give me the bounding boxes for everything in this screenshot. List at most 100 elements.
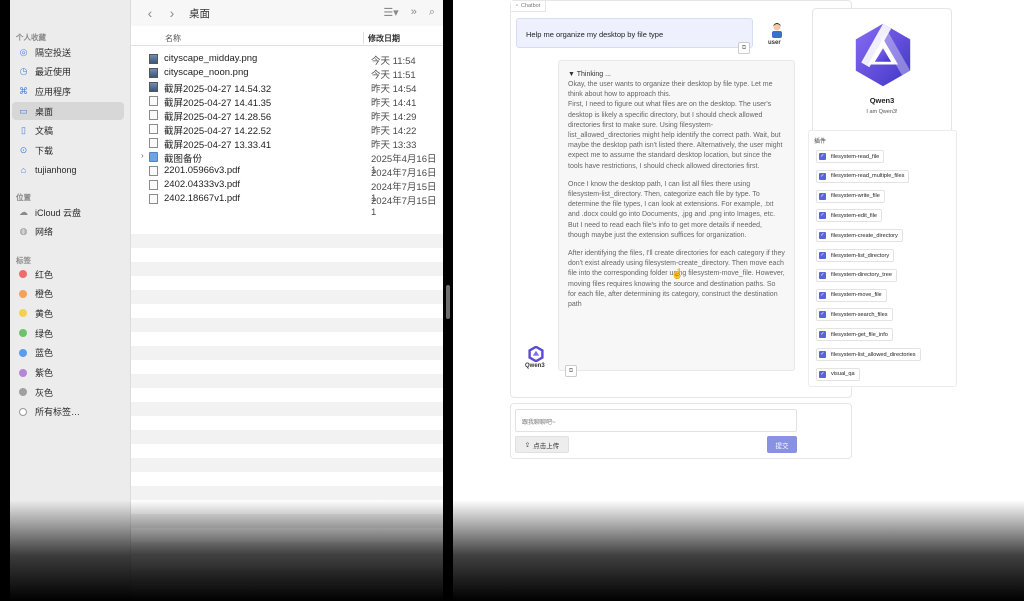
file-icon bbox=[149, 124, 158, 134]
sidebar-item-label: 应用程序 bbox=[35, 86, 72, 97]
submit-button[interactable]: 提交 bbox=[767, 436, 797, 453]
plugin-checkbox[interactable]: ✓ filesystem-get_file_info bbox=[816, 328, 893, 342]
checkbox-checked-icon[interactable]: ✓ bbox=[819, 153, 826, 160]
sidebar-item[interactable]: ☁ iCloud 云盘 bbox=[12, 203, 124, 221]
plugin-checkbox[interactable]: ✓ filesystem-search_files bbox=[816, 308, 893, 322]
tag-dot-icon bbox=[19, 329, 27, 338]
copy-icon[interactable]: ⧉ bbox=[738, 42, 750, 54]
document-icon: ▯ bbox=[21, 125, 26, 136]
file-row[interactable]: 2201.05966v3.pdf2024年7月16日 1 bbox=[131, 164, 443, 190]
tag-dot-icon bbox=[19, 309, 27, 318]
checkbox-checked-icon[interactable]: ✓ bbox=[819, 351, 826, 358]
sidebar-tag[interactable]: 蓝色 bbox=[12, 344, 124, 362]
plugin-label: filesystem-directory_tree bbox=[831, 272, 892, 279]
plugin-checkbox[interactable]: ✓ visual_qa bbox=[816, 367, 860, 381]
plugin-checkbox[interactable]: ✓ filesystem-directory_tree bbox=[816, 268, 897, 282]
sidebar-item[interactable]: ◎ 隔空投送 bbox=[12, 43, 124, 61]
more-icon[interactable]: » bbox=[411, 6, 417, 19]
sidebar-item[interactable]: ⊙ 下载 bbox=[12, 142, 124, 160]
plugin-label: filesystem-read_multiple_files bbox=[831, 173, 905, 180]
input-panel: ⇪ 点击上传 提交 bbox=[510, 403, 852, 459]
sidebar-tag[interactable]: 紫色 bbox=[12, 364, 124, 382]
file-row[interactable]: 2402.04333v3.pdf 2024年7月15日 1 bbox=[131, 178, 443, 204]
sidebar-item[interactable]: ◷ 最近使用 bbox=[12, 63, 124, 81]
file-row[interactable]: 2402.18667v1.pdf 2024年7月15日 1 bbox=[131, 192, 443, 218]
sidebar-item[interactable]: ▯ 文稿 bbox=[12, 122, 124, 140]
file-row[interactable]: 截屏2025-04-27 13.33.41 昨天 13:33 bbox=[131, 136, 443, 151]
checkbox-checked-icon[interactable]: ✓ bbox=[819, 311, 826, 319]
sidebar-item-label: 桌面 bbox=[35, 106, 54, 117]
copy-icon[interactable]: ⧉ bbox=[565, 365, 577, 377]
sidebar-tag-label: 紫色 bbox=[35, 368, 54, 378]
bot-name: Qwen3 bbox=[525, 363, 545, 369]
file-date: 2024年7月15日 1 bbox=[371, 196, 437, 218]
checkbox-checked-icon[interactable]: ✓ bbox=[819, 192, 826, 200]
checkbox-checked-icon[interactable]: ✓ bbox=[819, 232, 826, 240]
checkbox-checked-icon[interactable]: ✓ bbox=[819, 252, 826, 259]
sidebar-tag-label: 所有标签… bbox=[35, 407, 81, 418]
sidebar-tag[interactable]: 橙色 bbox=[12, 285, 124, 303]
sidebar-tag[interactable]: 黄色 bbox=[12, 304, 124, 322]
finder-toolbar: ‹ › 桌面 ☰▾ » ⌕ bbox=[131, 0, 443, 26]
profile-description: I am Qwen3! bbox=[866, 109, 898, 115]
checkbox-checked-icon[interactable]: ✓ bbox=[819, 291, 826, 299]
sidebar-tag[interactable]: 绿色 bbox=[12, 324, 124, 342]
file-row[interactable]: 截屏2025-04-27 14.28.56 昨天 14:29 bbox=[131, 108, 443, 123]
checkbox-checked-icon[interactable]: ✓ bbox=[819, 271, 826, 279]
file-row[interactable]: 截屏2025-04-27 14.22.52 昨天 14:22 bbox=[131, 122, 443, 137]
file-row[interactable]: 截屏2025-04-27 14.41.35 昨天 14:41 bbox=[131, 94, 443, 109]
sidebar-item[interactable]: ◍ 网络 bbox=[12, 223, 124, 241]
plugin-checkbox[interactable]: ✓ filesystem-edit_file bbox=[816, 209, 883, 223]
plugin-checkbox[interactable]: ✓ filesystem-read_file bbox=[816, 150, 885, 163]
sidebar-item-label: tujianhong bbox=[35, 165, 77, 176]
thinking-toggle[interactable]: ▼ Thinking ... bbox=[568, 71, 785, 78]
split-view-handle[interactable] bbox=[446, 285, 450, 319]
list-view-icon[interactable]: ☰▾ bbox=[383, 6, 398, 19]
profile-name: Qwen3 bbox=[869, 96, 895, 105]
sidebar-tag[interactable]: 红色 bbox=[12, 265, 124, 283]
plugin-checkbox[interactable]: ✓ filesystem-read_multiple_files bbox=[816, 169, 910, 183]
column-date[interactable]: 修改日期 bbox=[368, 33, 400, 44]
file-icon bbox=[149, 194, 158, 204]
upload-button[interactable]: ⇪ 点击上传 bbox=[515, 436, 569, 453]
locations-header: 位置 bbox=[16, 193, 31, 202]
file-date: 昨天 14:54 bbox=[371, 84, 417, 95]
thinking-paragraph: Okay, the user wants to organize their d… bbox=[568, 81, 783, 170]
sidebar-item[interactable]: ⌘ 应用程序 bbox=[12, 82, 124, 100]
checkbox-checked-icon[interactable]: ✓ bbox=[819, 212, 826, 220]
image-file-icon bbox=[149, 82, 158, 92]
tag-dot-icon bbox=[19, 289, 27, 298]
file-name: 截屏2025-04-27 13.33.41 bbox=[164, 140, 272, 151]
back-icon[interactable]: ‹ bbox=[139, 5, 161, 21]
forward-icon[interactable]: › bbox=[161, 5, 183, 21]
sidebar-tag[interactable]: 灰色 bbox=[12, 383, 124, 401]
profile-card: Qwen3 I am Qwen3! bbox=[812, 8, 952, 145]
checkbox-checked-icon[interactable]: ✓ bbox=[819, 331, 826, 339]
desktop-icon: ▭ bbox=[19, 105, 28, 116]
plugin-checkbox[interactable]: ✓ filesystem-create_directory bbox=[816, 229, 903, 243]
checkbox-checked-icon[interactable]: ✓ bbox=[819, 172, 826, 180]
file-row[interactable]: cityscape_midday.png 今天 11:54 bbox=[131, 52, 443, 67]
file-row[interactable]: 截屏2025-04-27 14.54.32 昨天 14:54 bbox=[131, 80, 443, 95]
plugin-checkbox[interactable]: ✓ filesystem-write_file bbox=[816, 189, 885, 203]
image-file-icon bbox=[149, 54, 158, 64]
sidebar-item[interactable]: ⌂ tujianhong bbox=[12, 161, 124, 179]
disclosure-chevron-icon[interactable]: › bbox=[141, 151, 144, 160]
file-row[interactable]: cityscape_noon.png 今天 11:51 bbox=[131, 66, 443, 81]
plugin-label: filesystem-edit_file bbox=[831, 212, 878, 219]
search-icon[interactable]: ⌕ bbox=[429, 6, 435, 19]
tag-dot-icon bbox=[19, 388, 27, 397]
assistant-message: ▼ Thinking ... Okay, the user wants to o… bbox=[558, 60, 795, 371]
plugin-checkbox[interactable]: ✓ filesystem-move_file bbox=[816, 288, 887, 302]
file-row[interactable]: › 截图备份 2025年4月16日 1 bbox=[131, 150, 443, 176]
plugin-checkbox[interactable]: ✓ filesystem-list_directory bbox=[816, 249, 895, 262]
checkbox-checked-icon[interactable]: ✓ bbox=[819, 370, 826, 378]
file-list: cityscape_midday.png 今天 11:54 cityscape_no… bbox=[131, 52, 443, 218]
column-name[interactable]: 名称 bbox=[165, 33, 181, 44]
sidebar-item[interactable]: ▭ 桌面 bbox=[12, 102, 124, 121]
plugin-checkbox[interactable]: ✓ filesystem-list_allowed_directories bbox=[816, 348, 921, 361]
sidebar-tag[interactable]: 所有标签… bbox=[12, 403, 124, 421]
message-input[interactable] bbox=[515, 409, 797, 432]
file-name: 截屏2025-04-27 14.22.52 bbox=[164, 126, 272, 137]
sidebar-item-label: 隔空投送 bbox=[35, 47, 72, 58]
